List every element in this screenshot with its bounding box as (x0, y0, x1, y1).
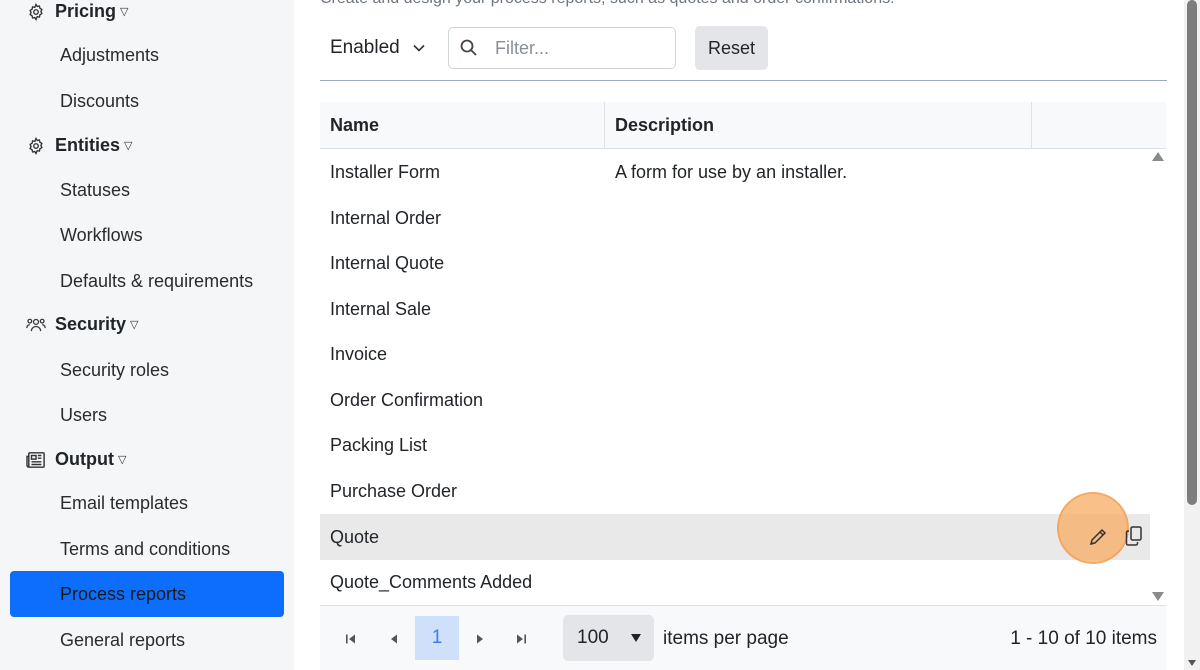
window-scrollbar[interactable] (1184, 0, 1200, 670)
table-row[interactable]: Invoice (320, 331, 1150, 377)
sidebar: Pricing ▽ Adjustments Discounts Entities… (0, 0, 294, 670)
status-filter-value: Enabled (330, 37, 400, 58)
gear-icon (26, 2, 46, 22)
column-separator (1031, 102, 1032, 149)
next-page-button[interactable] (460, 618, 500, 660)
items-per-page-label: items per page (663, 628, 789, 649)
sidebar-item-terms-conditions[interactable]: Terms and conditions (60, 539, 230, 560)
last-page-button[interactable] (501, 618, 541, 660)
scrollbar-thumb[interactable] (1187, 0, 1197, 505)
caret-down-icon (631, 634, 641, 642)
table-row[interactable]: Installer Form A form for use by an inst… (320, 149, 1150, 195)
grid-header: Name Description (320, 102, 1166, 149)
grid-scroll-down-arrow[interactable] (1152, 592, 1164, 601)
sidebar-item-general-reports[interactable]: General reports (60, 630, 185, 651)
filter-input[interactable] (495, 37, 655, 59)
chevron-down-icon (413, 44, 425, 52)
cell-name: Purchase Order (330, 481, 458, 501)
column-header-name[interactable]: Name (330, 102, 379, 149)
page-size-value: 100 (577, 627, 609, 648)
newspaper-icon (26, 450, 46, 470)
cell-name: Invoice (330, 344, 388, 364)
status-filter-dropdown[interactable]: Enabled (330, 30, 426, 66)
current-page-button[interactable]: 1 (415, 616, 459, 660)
search-icon (460, 39, 477, 56)
cell-name: Quote_Comments Added (330, 572, 533, 592)
first-page-button[interactable] (331, 618, 371, 660)
cell-name: Installer Form (330, 162, 441, 182)
last-page-icon (517, 634, 526, 644)
cell-name: Quote (330, 527, 380, 547)
previous-page-button[interactable] (374, 618, 414, 660)
cell-name: Packing List (330, 435, 428, 455)
sidebar-item-security-roles[interactable]: Security roles (60, 360, 169, 381)
reports-grid: Name Description Installer Form A form f… (320, 102, 1166, 670)
reset-button[interactable]: Reset (695, 26, 768, 70)
table-row[interactable]: Internal Order (320, 195, 1150, 241)
table-row[interactable]: Internal Quote (320, 240, 1150, 286)
sidebar-item-adjustments[interactable]: Adjustments (60, 45, 159, 66)
sidebar-item-discounts[interactable]: Discounts (60, 91, 139, 112)
sidebar-section-pricing[interactable]: Pricing ▽ (26, 1, 128, 22)
sidebar-section-entities[interactable]: Entities ▽ (26, 135, 132, 156)
sidebar-item-process-reports[interactable]: Process reports (10, 571, 284, 617)
column-separator (604, 102, 605, 149)
page-size-select[interactable]: 100 (563, 615, 654, 661)
sidebar-section-label: Entities (55, 135, 121, 155)
first-page-icon (346, 634, 355, 644)
cell-name: Internal Order (330, 208, 442, 228)
sidebar-section-security[interactable]: Security ▽ (26, 314, 139, 335)
users-icon (26, 315, 46, 335)
caret-down-icon: ▽ (124, 140, 133, 152)
cell-name: Order Confirmation (330, 390, 484, 410)
sidebar-item-users[interactable]: Users (60, 405, 107, 426)
table-row-selected[interactable]: Quote (320, 514, 1150, 560)
caret-down-icon: ▽ (120, 6, 129, 18)
page-description: Create and design your process reports, … (320, 0, 895, 8)
column-header-description[interactable]: Description (615, 102, 714, 149)
caret-down-icon: ▽ (130, 319, 139, 331)
sidebar-item-defaults-requirements[interactable]: Defaults & requirements (60, 271, 253, 292)
sidebar-item-statuses[interactable]: Statuses (60, 180, 130, 201)
sidebar-section-output[interactable]: Output ▽ (26, 449, 126, 470)
divider (320, 80, 1167, 81)
table-row[interactable]: Internal Sale (320, 286, 1150, 332)
copy-icon[interactable] (1124, 525, 1144, 547)
next-page-icon (477, 634, 483, 644)
sidebar-section-label: Pricing (55, 1, 117, 21)
grid-scroll-up-arrow[interactable] (1152, 152, 1164, 161)
sidebar-item-workflows[interactable]: Workflows (60, 225, 143, 246)
pencil-icon[interactable] (1087, 526, 1109, 548)
scroll-down-arrow[interactable] (1188, 660, 1196, 666)
table-row[interactable]: Quote_Comments Added (320, 559, 1150, 605)
sidebar-item-email-templates[interactable]: Email templates (60, 493, 188, 514)
cell-name: Internal Quote (330, 253, 445, 273)
sidebar-section-label: Output (55, 449, 114, 469)
table-row[interactable]: Packing List (320, 422, 1150, 468)
pagination-bar: 1 100 items per page 1 - 10 of 10 items (320, 605, 1166, 670)
cell-name: Internal Sale (330, 299, 432, 319)
previous-page-icon (391, 634, 397, 644)
gear-icon (26, 136, 46, 156)
table-row[interactable]: Purchase Order (320, 468, 1150, 514)
caret-down-icon: ▽ (117, 454, 127, 466)
pager-info: 1 - 10 of 10 items (1010, 628, 1157, 649)
cell-description: A form for use by an installer. (615, 162, 848, 182)
filter-field[interactable] (448, 27, 676, 69)
sidebar-section-label: Security (55, 314, 127, 334)
table-row[interactable]: Order Confirmation (320, 377, 1150, 423)
